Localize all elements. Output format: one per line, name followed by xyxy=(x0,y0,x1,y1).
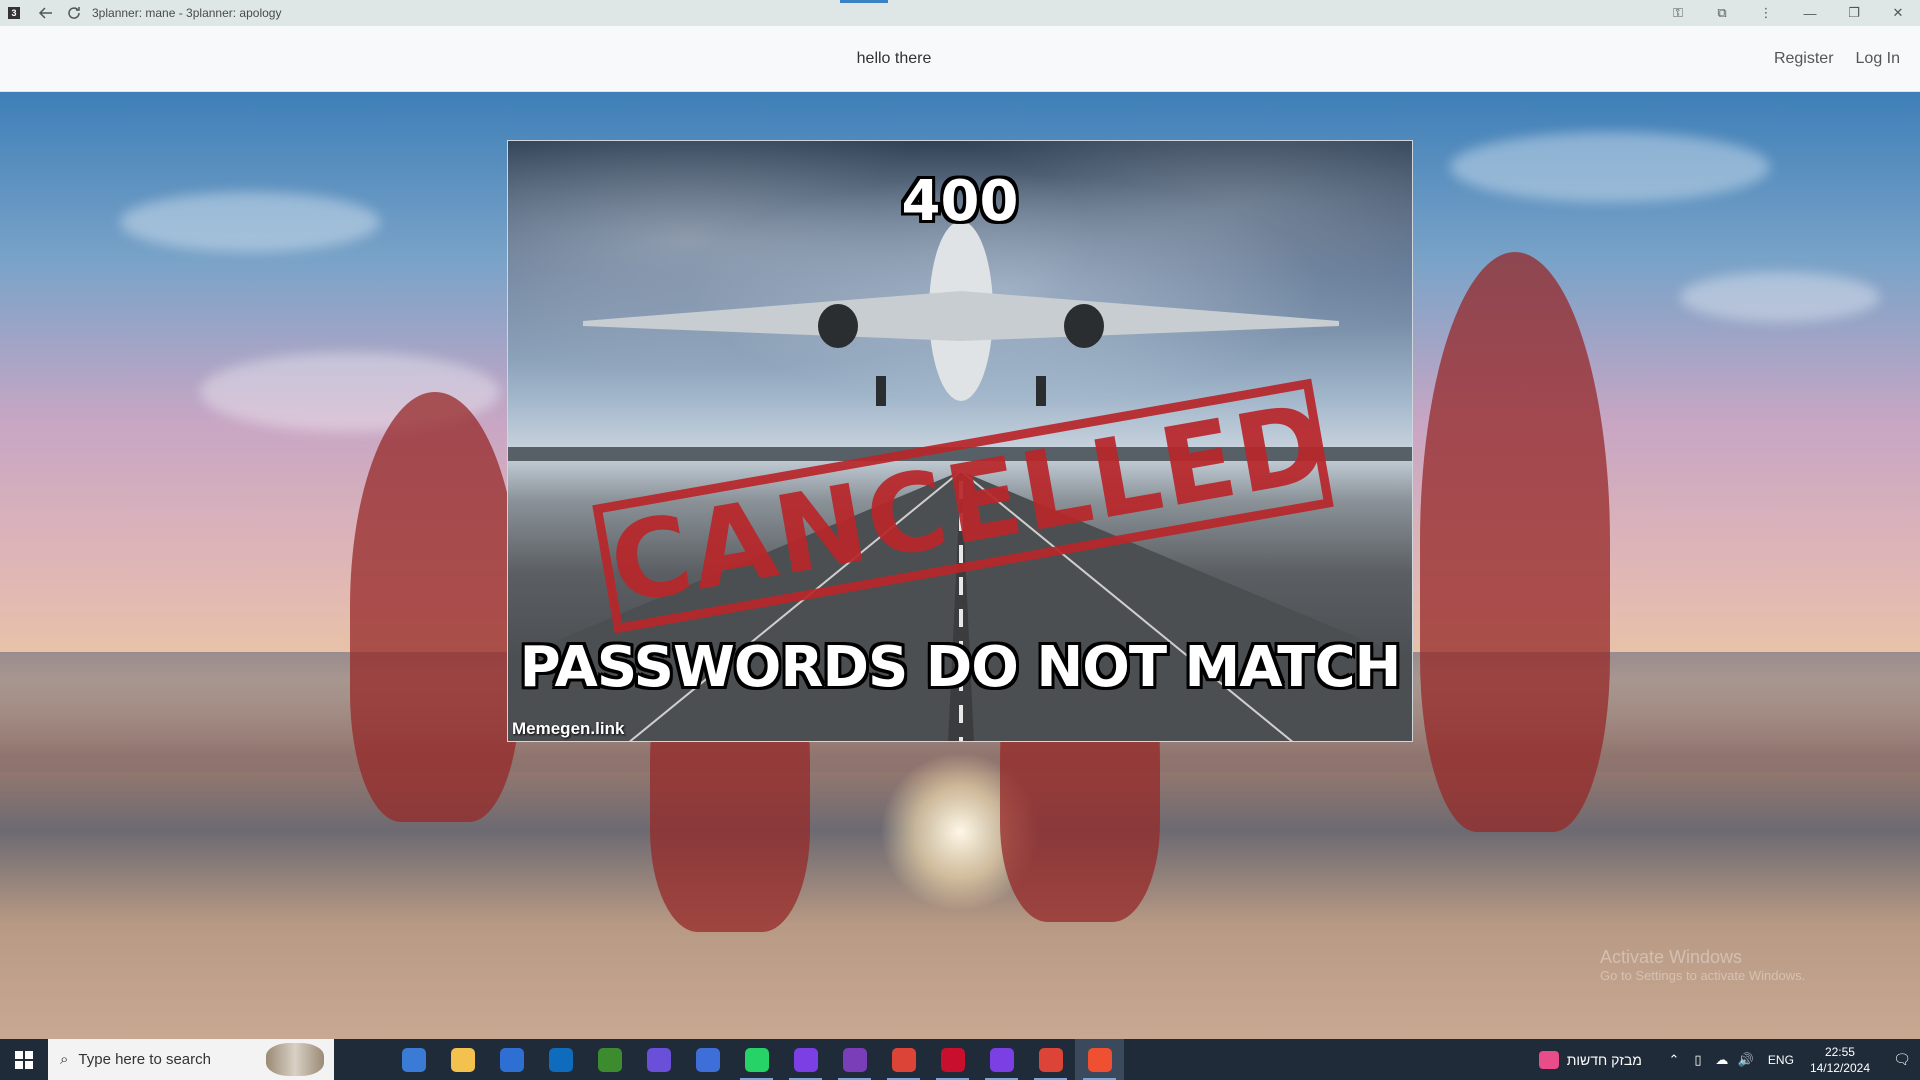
person-silhouette xyxy=(350,392,520,822)
meme-top-text: 400 xyxy=(901,169,1019,234)
close-button[interactable]: ✕ xyxy=(1876,0,1920,26)
navbar-brand[interactable]: hello there xyxy=(0,26,1788,92)
git-bash-icon xyxy=(1087,1047,1112,1072)
taskbar-app-minecraft[interactable] xyxy=(585,1039,634,1080)
more-options-icon[interactable]: ⋮ xyxy=(1744,0,1788,26)
start-button[interactable] xyxy=(0,1039,48,1080)
minecraft-icon xyxy=(597,1047,622,1072)
news-label: מבזק חדשות xyxy=(1566,1051,1642,1068)
back-button[interactable] xyxy=(32,0,60,26)
taskbar-app-visual-studio[interactable] xyxy=(830,1039,879,1080)
tab-indicator xyxy=(840,0,888,3)
onedrive-cloud-icon[interactable]: ☁ xyxy=(1710,1052,1734,1068)
key-icon[interactable]: ⚿ xyxy=(1656,0,1700,26)
copilot-icon xyxy=(401,1047,426,1072)
window-titlebar: 3 3planner: mane - 3planner: apology ⚿ ⧉… xyxy=(0,0,1920,26)
volume-icon[interactable]: 🔊 xyxy=(1734,1052,1758,1068)
system-tray: מבזק חדשות ⌃ ▯ ☁ 🔊 ENG 22:55 14/12/2024 … xyxy=(1538,1039,1920,1080)
taskbar-app-github-desktop-2[interactable] xyxy=(977,1039,1026,1080)
notification-center-button[interactable]: 🗨 xyxy=(1884,1039,1920,1080)
whatsapp-icon xyxy=(744,1047,769,1072)
reload-icon xyxy=(68,7,80,19)
taskbar-app-git-bash[interactable] xyxy=(1075,1039,1124,1080)
search-icon: ⌕ xyxy=(60,1051,69,1068)
meme-bottom-text: PASSWORDS DO NOT MATCH xyxy=(519,635,1402,700)
taskbar-app-task-view[interactable] xyxy=(340,1039,389,1080)
taskbar-app-github-desktop[interactable] xyxy=(781,1039,830,1080)
github-desktop-2-icon xyxy=(989,1047,1014,1072)
taskbar-app-copilot[interactable] xyxy=(389,1039,438,1080)
microsoft-store-icon xyxy=(499,1047,524,1072)
visual-studio-icon xyxy=(842,1047,867,1072)
outlook-icon xyxy=(548,1047,573,1072)
file-explorer-icon xyxy=(450,1047,475,1072)
app-icon: 3 xyxy=(8,7,20,19)
register-link[interactable]: Register xyxy=(1774,50,1834,68)
paint-drop-icon xyxy=(646,1047,671,1072)
news-icon xyxy=(1538,1050,1559,1069)
taskbar-app-microsoft-store[interactable] xyxy=(487,1039,536,1080)
app-navbar: hello there Register Log In xyxy=(0,26,1920,92)
search-highlight-image xyxy=(266,1043,324,1076)
taskbar-app-chrome[interactable] xyxy=(879,1039,928,1080)
notification-icon: 🗨 xyxy=(1893,1051,1911,1067)
task-view-icon xyxy=(352,1047,377,1072)
power-automate-icon xyxy=(695,1047,720,1072)
github-desktop-icon xyxy=(793,1047,818,1072)
taskbar-app-chrome-2[interactable] xyxy=(1026,1039,1075,1080)
windows-taskbar: ⌕ Type here to search מבזק חדשות ⌃ ▯ ☁ 🔊… xyxy=(0,1039,1920,1080)
chrome-icon xyxy=(891,1047,916,1072)
taskbar-app-paint-drop[interactable] xyxy=(634,1039,683,1080)
device-icon[interactable]: ▯ xyxy=(1686,1052,1710,1068)
back-arrow-icon xyxy=(38,7,52,19)
taskbar-app-mcafee[interactable] xyxy=(928,1039,977,1080)
taskbar-search-box[interactable]: ⌕ Type here to search xyxy=(48,1039,334,1080)
clock[interactable]: 22:55 14/12/2024 xyxy=(1810,1044,1870,1076)
clock-date: 14/12/2024 xyxy=(1809,1060,1870,1075)
taskbar-app-whatsapp[interactable] xyxy=(732,1039,781,1080)
meme-watermark: Memegen.link xyxy=(512,719,625,738)
activate-windows-watermark: Activate Windows Go to Settings to activ… xyxy=(1600,947,1805,983)
activate-windows-subtitle: Go to Settings to activate Windows. xyxy=(1600,968,1806,983)
person-silhouette xyxy=(1420,252,1610,832)
error-meme-image: CANCELLED 400 PASSWORDS DO NOT MATCH Mem… xyxy=(507,140,1413,742)
taskbar-app-file-explorer[interactable] xyxy=(438,1039,487,1080)
reload-button[interactable] xyxy=(60,0,88,26)
login-link[interactable]: Log In xyxy=(1856,50,1900,68)
windows-logo-icon xyxy=(15,1050,33,1069)
window-title: 3planner: mane - 3planner: apology xyxy=(92,6,282,20)
mcafee-icon xyxy=(940,1047,965,1072)
taskbar-app-power-automate[interactable] xyxy=(683,1039,732,1080)
airplane xyxy=(583,221,1339,406)
chrome-2-icon xyxy=(1038,1047,1063,1072)
extensions-icon[interactable]: ⧉ xyxy=(1700,0,1744,26)
activate-windows-title: Activate Windows xyxy=(1600,947,1743,967)
taskbar-app-outlook[interactable] xyxy=(536,1039,585,1080)
news-widget[interactable]: מבזק חדשות xyxy=(1538,1050,1642,1069)
restore-button[interactable]: ❐ xyxy=(1832,0,1876,26)
minimize-button[interactable]: — xyxy=(1788,0,1832,26)
clock-time: 22:55 xyxy=(1824,1044,1855,1059)
language-indicator[interactable]: ENG xyxy=(1768,1053,1794,1067)
show-hidden-icons-icon[interactable]: ⌃ xyxy=(1662,1052,1686,1068)
search-placeholder: Type here to search xyxy=(78,1051,211,1068)
